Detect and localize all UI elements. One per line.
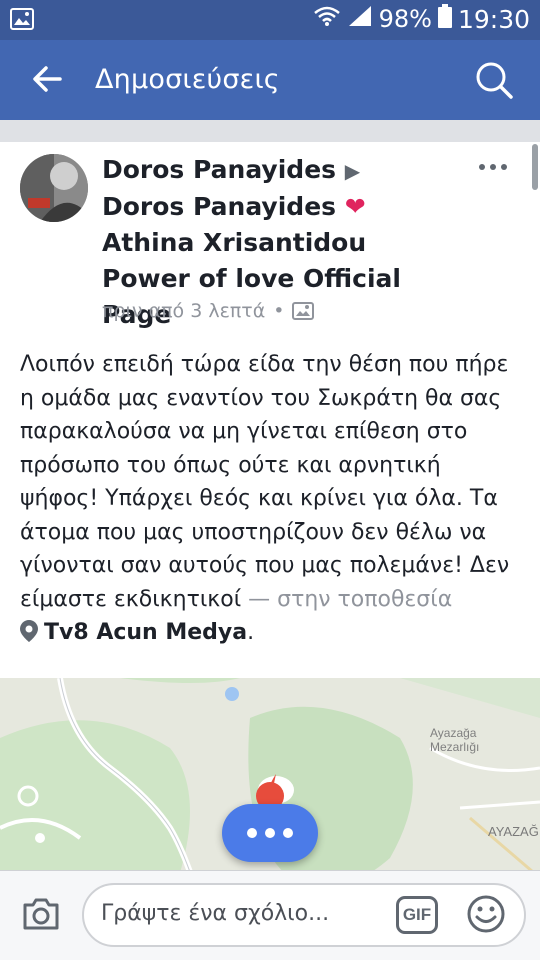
feed[interactable]: Doros Panayides ▶ Doros Panayides ❤ Athi… [0, 120, 540, 870]
post-meta: πριν από 3 λεπτά • [102, 300, 315, 322]
comment-input[interactable]: Γράψτε ένα σχόλιο... GIF [82, 883, 526, 947]
location-pin-icon [20, 619, 38, 642]
battery-icon [437, 4, 452, 34]
wifi-icon [313, 5, 341, 33]
signal-icon [347, 4, 373, 34]
meta-separator: • [273, 300, 285, 322]
emoji-icon[interactable] [466, 894, 506, 934]
target-name[interactable]: Doros Panayides [102, 192, 336, 221]
comment-placeholder: Γράψτε ένα σχόλιο... [101, 901, 330, 926]
status-bar: 98% 19:30 [0, 0, 540, 40]
gif-icon[interactable]: GIF [396, 896, 438, 934]
post-time[interactable]: πριν από 3 λεπτά [102, 300, 265, 322]
scrollbar[interactable] [532, 144, 538, 190]
map-label: Mezarlığı [430, 740, 480, 754]
location-name[interactable]: Tv8 Acun Medya [44, 620, 247, 645]
arrow-icon: ▶ [344, 159, 361, 183]
post-text: Λοιπόν επειδή τώρα είδα την θέση που πήρ… [20, 352, 510, 612]
app-bar: Δημοσιεύσεις [0, 40, 540, 120]
photo-icon [292, 302, 315, 320]
page-title: Δημοσιεύσεις [95, 64, 280, 95]
comment-composer: Γράψτε ένα σχόλιο... GIF [0, 870, 540, 960]
more-options-button[interactable] [222, 804, 318, 862]
more-icon[interactable] [478, 158, 508, 170]
avatar[interactable] [20, 154, 88, 222]
heart-icon: ❤ [344, 192, 366, 221]
search-icon[interactable] [474, 60, 514, 100]
map-label: Ayazağa [430, 726, 477, 740]
post-card: Doros Panayides ▶ Doros Panayides ❤ Athi… [0, 142, 540, 870]
camera-icon[interactable] [22, 897, 60, 931]
battery-level: 98% [378, 5, 432, 33]
clock: 19:30 [457, 4, 530, 34]
map-label: AYAZAĞ [488, 824, 539, 839]
post-body: Λοιπόν επειδή τώρα είδα την θέση που πήρ… [20, 348, 525, 650]
back-arrow-icon[interactable] [30, 62, 64, 96]
image-icon [10, 8, 34, 34]
location-prefix: — στην τοποθεσία [248, 586, 453, 612]
author-name[interactable]: Doros Panayides [102, 155, 336, 184]
location-end: . [247, 620, 255, 645]
